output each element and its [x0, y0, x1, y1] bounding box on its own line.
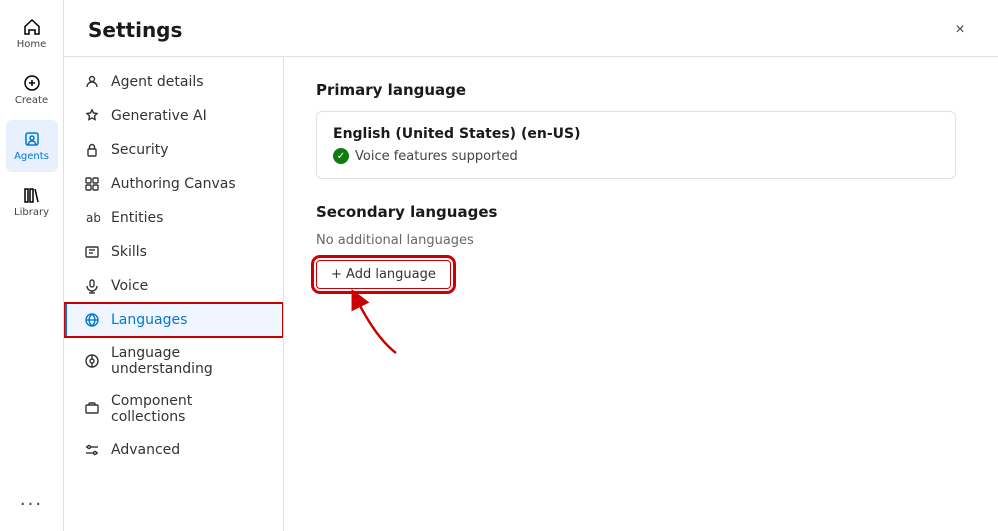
language-understanding-icon [83, 352, 101, 370]
sidebar-item-advanced[interactable]: Advanced [64, 433, 283, 467]
languages-icon [83, 311, 101, 329]
generative-ai-icon [83, 107, 101, 125]
authoring-canvas-icon [83, 175, 101, 193]
primary-language-title: Primary language [316, 81, 966, 99]
nav-item-home[interactable]: Home [6, 8, 58, 60]
create-icon [22, 73, 42, 93]
sidebar-item-authoring-canvas[interactable]: Authoring Canvas [64, 167, 283, 201]
agents-icon [22, 129, 42, 149]
entities-icon: ab [83, 209, 101, 227]
sidebar-item-skills[interactable]: Skills [64, 235, 283, 269]
sidebar-label-component-collections: Component collections [111, 393, 267, 425]
sidebar-label-advanced: Advanced [111, 442, 180, 458]
nav-item-create[interactable]: Create [6, 64, 58, 116]
svg-text:ab: ab [86, 211, 100, 225]
settings-title: Settings [88, 18, 182, 42]
settings-sidebar: Agent details Generative AI [64, 57, 284, 531]
sidebar-label-language-understanding: Language understanding [111, 345, 267, 377]
settings-content: Primary language English (United States)… [284, 57, 998, 531]
sidebar-item-language-understanding[interactable]: Language understanding [64, 337, 283, 385]
voice-support-check-icon [333, 148, 349, 164]
nav-library-label: Library [14, 207, 49, 219]
nav-home-label: Home [17, 39, 47, 51]
home-icon [22, 17, 42, 37]
advanced-icon [83, 441, 101, 459]
sidebar-label-authoring-canvas: Authoring Canvas [111, 176, 236, 192]
sidebar-label-languages: Languages [111, 312, 187, 328]
sidebar-label-skills: Skills [111, 244, 147, 260]
sidebar-item-generative-ai[interactable]: Generative AI [64, 99, 283, 133]
sidebar-label-agent-details: Agent details [111, 74, 204, 90]
primary-language-name: English (United States) (en-US) [333, 126, 939, 142]
primary-language-card: English (United States) (en-US) Voice fe… [316, 111, 956, 179]
sidebar-item-voice[interactable]: Voice [64, 269, 283, 303]
sidebar-item-component-collections[interactable]: Component collections [64, 385, 283, 433]
nav-more-label: ... [20, 489, 43, 510]
sidebar-label-entities: Entities [111, 210, 163, 226]
agent-details-icon [83, 73, 101, 91]
voice-icon [83, 277, 101, 295]
nav-more[interactable]: ... [6, 483, 58, 515]
left-nav: Home Create Agents Library ... [0, 0, 64, 531]
library-icon [22, 185, 42, 205]
language-support-row: Voice features supported [333, 148, 939, 164]
settings-panel: Settings × Agent details [64, 0, 998, 531]
sidebar-item-languages[interactable]: Languages [64, 303, 283, 337]
settings-body: Agent details Generative AI [64, 57, 998, 531]
security-icon [83, 141, 101, 159]
add-language-container: + Add language [316, 260, 451, 289]
sidebar-item-security[interactable]: Security [64, 133, 283, 167]
skills-icon [83, 243, 101, 261]
secondary-language-title: Secondary languages [316, 203, 966, 221]
settings-header: Settings × [64, 0, 998, 57]
close-button[interactable]: × [946, 16, 974, 44]
no-additional-languages: No additional languages [316, 233, 966, 248]
voice-support-label: Voice features supported [355, 149, 518, 164]
nav-item-library[interactable]: Library [6, 176, 58, 228]
component-collections-icon [83, 400, 101, 418]
nav-agents-label: Agents [14, 151, 49, 163]
sidebar-item-agent-details[interactable]: Agent details [64, 65, 283, 99]
add-language-button[interactable]: + Add language [316, 260, 451, 289]
sidebar-item-entities[interactable]: ab Entities [64, 201, 283, 235]
annotation-arrow [336, 288, 416, 358]
nav-item-agents[interactable]: Agents [6, 120, 58, 172]
sidebar-label-security: Security [111, 142, 169, 158]
sidebar-label-voice: Voice [111, 278, 148, 294]
sidebar-label-generative-ai: Generative AI [111, 108, 207, 124]
nav-create-label: Create [15, 95, 48, 107]
